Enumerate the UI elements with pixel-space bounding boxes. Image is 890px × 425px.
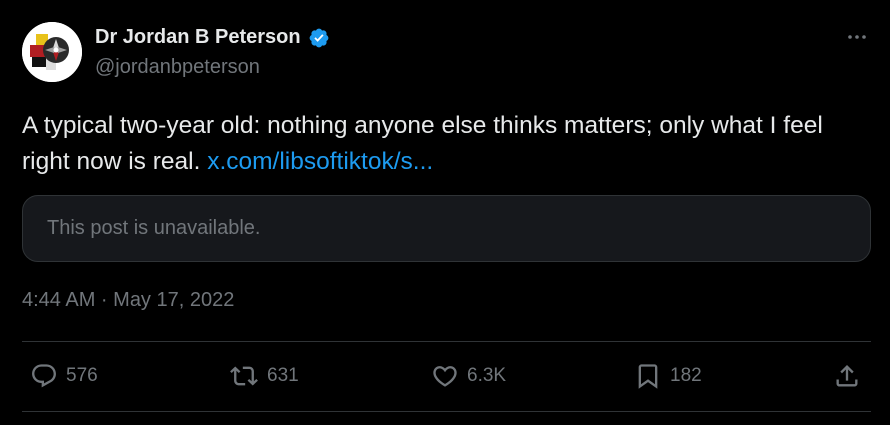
quoted-post-card: This post is unavailable. [22,195,871,262]
bookmark-count: 182 [670,365,702,386]
author-display-name-row[interactable]: Dr Jordan B Peterson [95,26,330,49]
post-link[interactable]: x.com/libsoftiktok/s... [207,148,433,175]
avatar-image-icon [22,22,82,82]
divider-top [22,341,871,342]
reply-button[interactable]: 576 [30,361,98,391]
divider-bottom [22,411,871,412]
heart-icon [433,366,457,387]
share-button[interactable] [833,361,861,391]
like-button[interactable]: 6.3K [431,361,506,391]
reply-count: 576 [66,365,98,386]
like-count: 6.3K [467,365,507,386]
more-options-button[interactable] [840,24,874,50]
quoted-post-unavailable-text: This post is unavailable. [47,217,261,239]
verified-badge-icon[interactable] [308,27,330,49]
post-timestamp[interactable]: 4:44 AM · May 17, 2022 [22,289,234,312]
author-display-name[interactable]: Dr Jordan B Peterson [95,26,301,49]
repost-count: 631 [267,365,299,386]
author-handle[interactable]: @jordanbpeterson [95,56,260,79]
repost-arrows-icon [230,366,258,386]
more-horizontal-icon [848,35,866,39]
bookmark-icon [638,364,658,389]
reply-bubble-icon [32,364,56,388]
share-upload-icon [836,365,858,387]
bookmark-button[interactable]: 182 [634,361,702,391]
repost-button[interactable]: 631 [229,361,299,391]
author-avatar[interactable] [22,22,82,82]
post-body: A typical two-year old: nothing anyone e… [22,108,867,180]
